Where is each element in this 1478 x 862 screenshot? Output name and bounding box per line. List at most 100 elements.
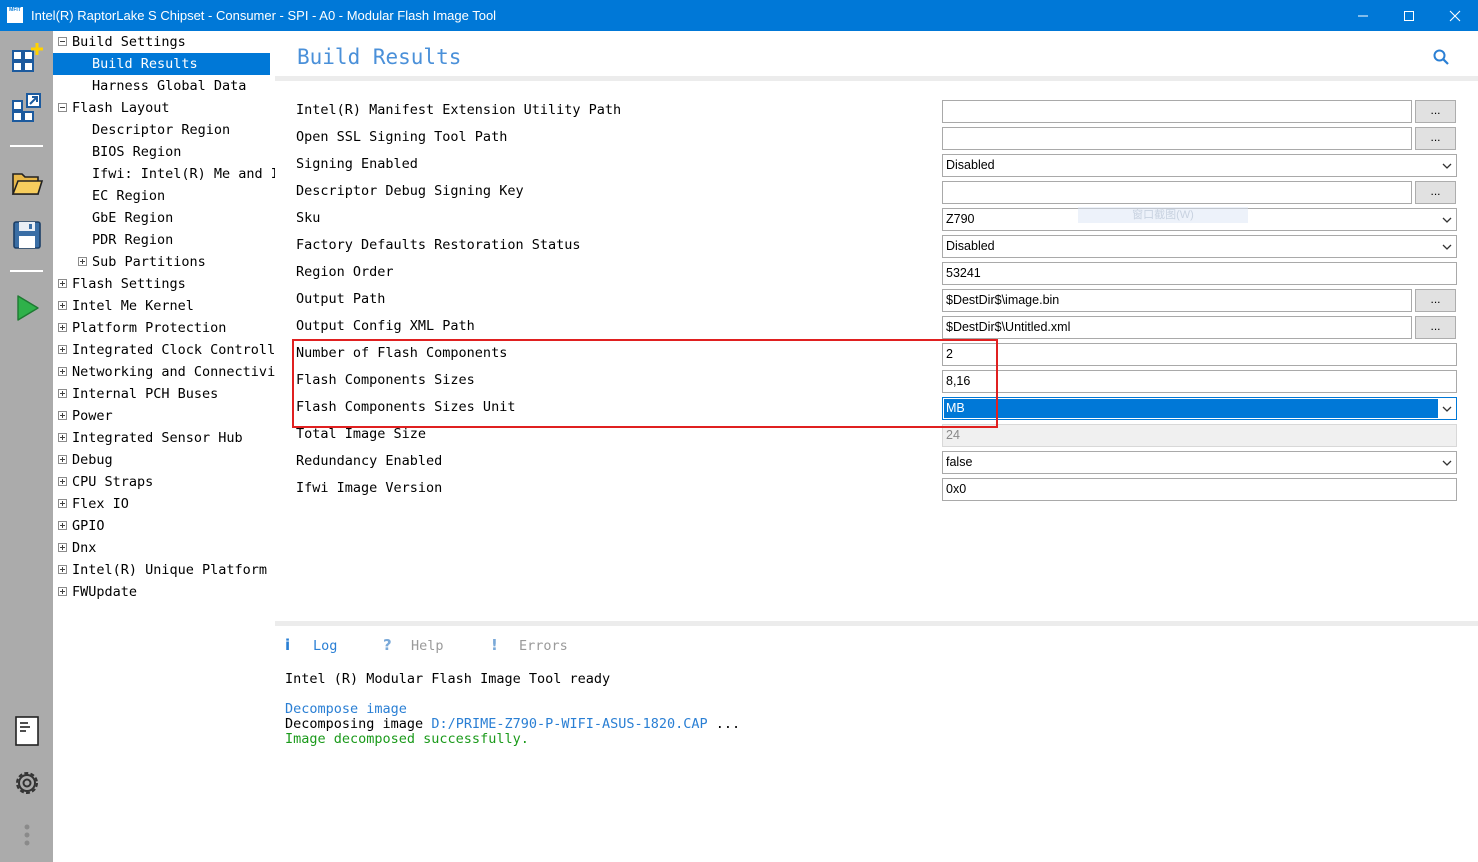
browse-button[interactable]: ... <box>1415 289 1456 312</box>
help-tab[interactable]: ? Help <box>383 635 444 655</box>
tree-item[interactable]: Ifwi: Intel(R) Me and I <box>53 163 275 185</box>
expand-toggle-icon[interactable] <box>58 279 67 288</box>
build-button[interactable] <box>8 289 46 327</box>
browse-button[interactable]: ... <box>1415 127 1456 150</box>
expand-toggle-icon[interactable] <box>58 455 67 464</box>
tree-item[interactable]: Intel Me Kernel <box>53 295 275 317</box>
expand-toggle-icon[interactable] <box>58 499 67 508</box>
tree-item[interactable]: Integrated Clock Controll <box>53 339 275 361</box>
property-input[interactable]: $DestDir$\Untitled.xml <box>942 316 1412 339</box>
property-input[interactable]: 0x0 <box>942 478 1457 501</box>
expand-toggle-icon[interactable] <box>58 323 67 332</box>
property-input: 24 <box>942 424 1457 447</box>
settings-button[interactable] <box>8 764 46 802</box>
more-button[interactable] <box>8 817 46 855</box>
tree-item-label: Build Settings <box>72 34 186 50</box>
property-dropdown[interactable]: MB <box>942 397 1457 420</box>
tree-item[interactable]: Harness Global Data <box>53 75 275 97</box>
tree-item[interactable]: BIOS Region <box>53 141 275 163</box>
expand-toggle-icon[interactable] <box>58 521 67 530</box>
tree-item[interactable]: Power <box>53 405 275 427</box>
expand-toggle-icon[interactable] <box>58 587 67 596</box>
tree-item-label: Ifwi: Intel(R) Me and I <box>92 166 275 182</box>
property-input[interactable] <box>942 127 1412 150</box>
collapse-toggle-icon[interactable] <box>58 37 67 46</box>
expand-toggle-icon[interactable] <box>58 345 67 354</box>
browse-button[interactable]: ... <box>1415 181 1456 204</box>
expand-toggle-icon[interactable] <box>58 411 67 420</box>
collapse-toggle-icon[interactable] <box>58 103 67 112</box>
tree-item[interactable]: Flash Layout <box>53 97 275 119</box>
expand-toggle-icon[interactable] <box>78 257 87 266</box>
import-button[interactable] <box>8 89 46 127</box>
tree-item-label: Dnx <box>72 540 97 556</box>
property-value: Z790 <box>946 212 975 226</box>
tree-item[interactable]: Dnx <box>53 537 275 559</box>
search-icon[interactable] <box>1432 48 1450 66</box>
page-title: Build Results <box>297 45 462 69</box>
property-input[interactable] <box>942 181 1412 204</box>
tree-item-label: Debug <box>72 452 113 468</box>
tree-item[interactable]: Networking and Connectivi <box>53 361 275 383</box>
info-icon: i <box>285 636 291 654</box>
property-label: Output Path <box>296 291 386 307</box>
property-label: Open SSL Signing Tool Path <box>296 129 508 145</box>
minimize-button[interactable] <box>1340 0 1386 31</box>
tree-item[interactable]: GPIO <box>53 515 275 537</box>
tree-item[interactable]: PDR Region <box>53 229 275 251</box>
tree-item[interactable]: FWUpdate <box>53 581 275 603</box>
minimize-icon <box>1358 15 1368 16</box>
property-label: Region Order <box>296 264 394 280</box>
property-dropdown[interactable]: Disabled <box>942 154 1457 177</box>
tree-item[interactable]: GbE Region <box>53 207 275 229</box>
property-dropdown[interactable]: Disabled <box>942 235 1457 258</box>
log-tab[interactable]: i Log <box>285 635 337 655</box>
errors-tab[interactable]: ! Errors <box>491 635 568 655</box>
expand-toggle-icon[interactable] <box>58 389 67 398</box>
tree-item[interactable]: Platform Protection <box>53 317 275 339</box>
tree-item-label: Platform Protection <box>72 320 227 336</box>
property-dropdown[interactable]: false <box>942 451 1457 474</box>
expand-toggle-icon[interactable] <box>58 367 67 376</box>
property-input[interactable]: 2 <box>942 343 1457 366</box>
tree-item[interactable]: Build Results <box>53 53 270 75</box>
property-input[interactable]: 53241 <box>942 262 1457 285</box>
tree-item[interactable]: Intel(R) Unique Platform <box>53 559 275 581</box>
save-button[interactable] <box>8 216 46 254</box>
log-file-path-link[interactable]: D:/PRIME-Z790-P-WIFI-ASUS-1820.CAP <box>431 716 707 732</box>
log-document-button[interactable] <box>8 712 46 750</box>
browse-button[interactable]: ... <box>1415 100 1456 123</box>
property-input[interactable]: 8,16 <box>942 370 1457 393</box>
log-document-icon <box>15 716 39 746</box>
close-button[interactable] <box>1432 0 1478 31</box>
property-input[interactable] <box>942 100 1412 123</box>
tree-item[interactable]: Descriptor Region <box>53 119 275 141</box>
expand-toggle-icon[interactable] <box>58 477 67 486</box>
settings-gear-icon <box>16 772 38 794</box>
expand-toggle-icon[interactable] <box>58 565 67 574</box>
tree-item[interactable]: Build Settings <box>53 31 275 53</box>
error-icon: ! <box>491 636 498 654</box>
expand-toggle-icon[interactable] <box>58 543 67 552</box>
browse-button[interactable]: ... <box>1415 316 1456 339</box>
tree-item[interactable]: Internal PCH Buses <box>53 383 275 405</box>
save-icon <box>13 221 41 249</box>
toolstrip-separator <box>10 145 43 147</box>
tree-item-label: Build Results <box>92 56 198 72</box>
expand-toggle-icon[interactable] <box>58 301 67 310</box>
property-label: Ifwi Image Version <box>296 480 443 496</box>
expand-toggle-icon[interactable] <box>58 433 67 442</box>
tree-item[interactable]: Flash Settings <box>53 273 275 295</box>
tree-item[interactable]: EC Region <box>53 185 275 207</box>
new-project-button[interactable] <box>8 39 46 77</box>
property-input[interactable]: $DestDir$\image.bin <box>942 289 1412 312</box>
main-header: Build Results <box>275 31 1478 81</box>
tree-item[interactable]: Integrated Sensor Hub <box>53 427 275 449</box>
tree-item[interactable]: Sub Partitions <box>53 251 275 273</box>
tree-item[interactable]: CPU Straps <box>53 471 275 493</box>
tree-item[interactable]: Flex IO <box>53 493 275 515</box>
property-label: Output Config XML Path <box>296 318 475 334</box>
open-folder-button[interactable] <box>8 164 46 202</box>
maximize-button[interactable] <box>1386 0 1432 31</box>
tree-item[interactable]: Debug <box>53 449 275 471</box>
